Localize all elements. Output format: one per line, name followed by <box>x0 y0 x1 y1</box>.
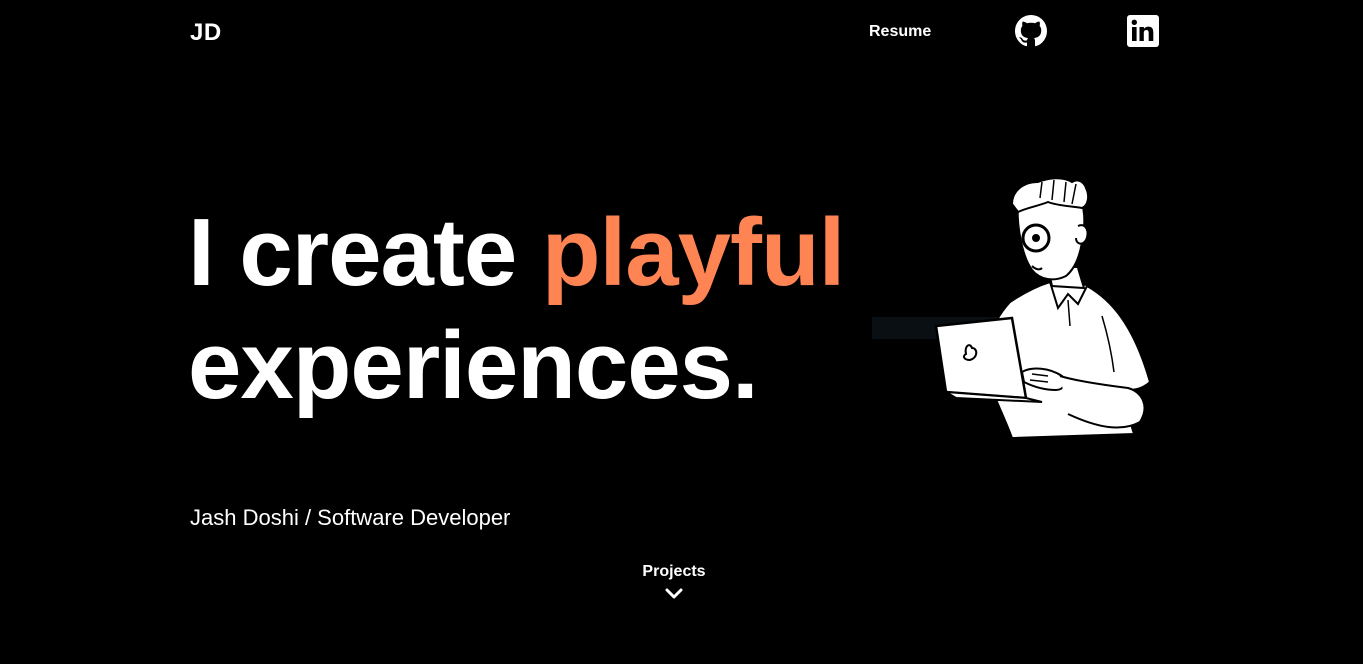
github-icon <box>1015 15 1047 47</box>
hero-subtitle: Jash Doshi / Software Developer <box>190 505 511 530</box>
hero-title-accent: playful <box>541 199 845 306</box>
chevron-down-icon <box>665 588 683 599</box>
resume-link[interactable]: Resume <box>869 23 931 41</box>
hero-title: I create playful experiences. <box>188 196 845 422</box>
linkedin-link[interactable] <box>1127 15 1159 47</box>
hero-title-part1: I create <box>188 199 542 306</box>
logo[interactable]: JD <box>190 19 222 47</box>
projects-link[interactable]: Projects <box>614 563 734 601</box>
linkedin-icon <box>1127 15 1159 47</box>
developer-illustration <box>872 177 1152 440</box>
page: JD Resume I create playful experiences. J… <box>0 0 1363 664</box>
projects-label: Projects <box>642 563 706 580</box>
github-link[interactable] <box>1015 15 1047 47</box>
hero-title-part2: experiences. <box>188 312 759 419</box>
